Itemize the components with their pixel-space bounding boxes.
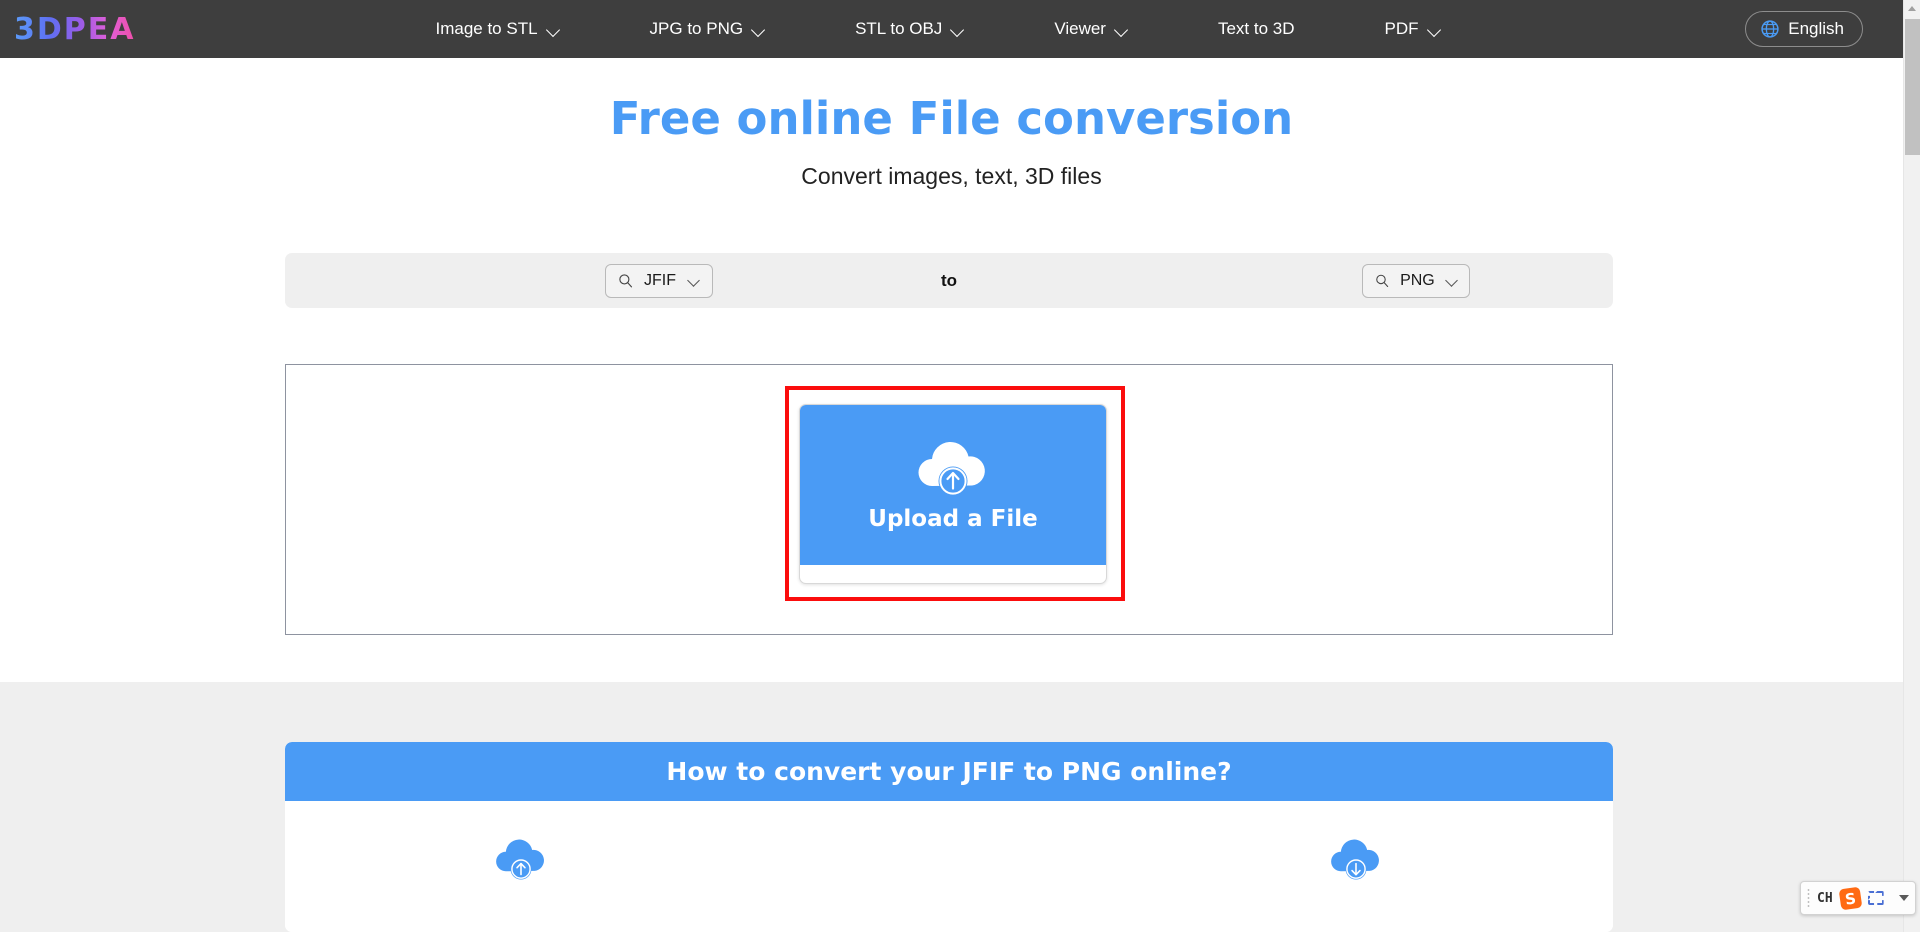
chevron-down-icon bbox=[951, 23, 964, 36]
drag-handle-icon[interactable] bbox=[1807, 888, 1810, 908]
language-selector-button[interactable]: English bbox=[1745, 11, 1863, 47]
nav-item-text-to-3d[interactable]: Text to 3D bbox=[1208, 13, 1305, 45]
upload-button-label: Upload a File bbox=[868, 506, 1038, 532]
nav-item-jpg-to-png[interactable]: JPG to PNG bbox=[640, 13, 776, 45]
howto-card-header: How to convert your JFIF to PNG online? bbox=[285, 742, 1613, 801]
target-format-label: PNG bbox=[1400, 271, 1435, 289]
upload-button-face: Upload a File bbox=[800, 405, 1106, 565]
target-format-select[interactable]: PNG bbox=[1362, 263, 1470, 298]
nav-item-viewer[interactable]: Viewer bbox=[1044, 13, 1138, 45]
chevron-down-icon bbox=[1115, 23, 1128, 36]
howto-step-1 bbox=[490, 831, 552, 887]
nav-item-pdf[interactable]: PDF bbox=[1375, 13, 1451, 45]
nav-item-image-to-stl[interactable]: Image to STL bbox=[425, 13, 569, 45]
format-selector-bar: JFIF to PNG bbox=[285, 253, 1613, 308]
upload-a-file-button[interactable]: Upload a File bbox=[799, 404, 1107, 584]
ime-language-label[interactable]: CH bbox=[1817, 891, 1833, 906]
nav-item-label: Viewer bbox=[1054, 19, 1106, 38]
language-label: English bbox=[1788, 19, 1844, 38]
search-icon bbox=[1376, 274, 1389, 288]
scrollbar-thumb[interactable] bbox=[1905, 19, 1920, 155]
caret-down-icon[interactable] bbox=[1899, 895, 1909, 901]
sogou-logo-icon[interactable]: S bbox=[1838, 886, 1863, 910]
chevron-down-icon bbox=[752, 23, 765, 36]
chevron-down-icon bbox=[1446, 275, 1457, 287]
nav-item-label: Image to STL bbox=[435, 19, 538, 38]
cloud-upload-icon bbox=[918, 442, 985, 496]
chevron-down-icon bbox=[547, 23, 560, 36]
top-navigation-bar: 3DPEA Image to STL JPG to PNG STL to OBJ… bbox=[0, 0, 1903, 58]
howto-step-2 bbox=[1325, 831, 1387, 887]
nav-item-label: Text to 3D bbox=[1217, 19, 1295, 38]
howto-card: How to convert your JFIF to PNG online? bbox=[285, 742, 1613, 932]
nav-item-label: JPG to PNG bbox=[649, 19, 744, 38]
hero-section: Free online File conversion Convert imag… bbox=[0, 58, 1903, 190]
chevron-down-icon bbox=[1428, 23, 1441, 36]
nav-menu: Image to STL JPG to PNG STL to OBJ Viewe… bbox=[425, 13, 1450, 45]
keyboard-icon[interactable] bbox=[1868, 891, 1884, 905]
howto-heading: How to convert your JFIF to PNG online? bbox=[666, 757, 1232, 786]
scroll-up-arrow-icon[interactable] bbox=[1904, 0, 1920, 17]
nav-item-stl-to-obj[interactable]: STL to OBJ bbox=[845, 13, 974, 45]
page-scrollbar[interactable] bbox=[1903, 0, 1920, 932]
nav-item-label: PDF bbox=[1384, 19, 1419, 38]
nav-item-label: STL to OBJ bbox=[855, 19, 943, 38]
cloud-upload-icon bbox=[496, 839, 544, 880]
page-subtitle: Convert images, text, 3D files bbox=[801, 163, 1102, 189]
ime-toolbar[interactable]: CH S bbox=[1800, 881, 1916, 915]
page-title: Free online File conversion bbox=[609, 92, 1294, 145]
globe-icon bbox=[1761, 20, 1779, 38]
cloud-download-icon bbox=[1331, 839, 1379, 880]
howto-card-body bbox=[285, 801, 1613, 932]
site-logo[interactable]: 3DPEA bbox=[14, 12, 135, 47]
